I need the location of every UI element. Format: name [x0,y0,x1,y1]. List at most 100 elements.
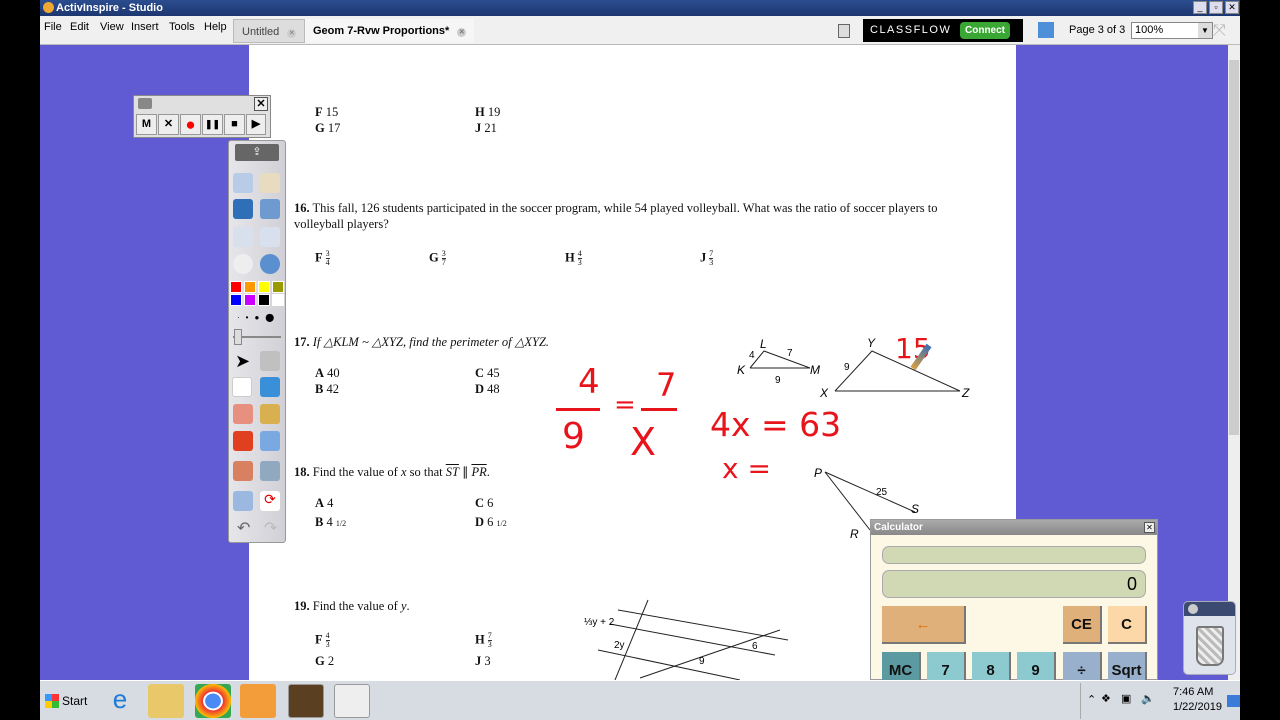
close-tab-icon[interactable]: ✕ [457,28,467,37]
handwriting-icon[interactable] [233,199,253,219]
tab-label: Geom 7-Rvw Proportions* [313,25,450,37]
shape-icon[interactable] [233,431,253,451]
handwritten-equals: = [614,390,636,420]
menu-edit[interactable]: Edit [70,21,89,33]
color-black[interactable] [258,294,270,306]
stop-button[interactable]: ■ [224,114,245,135]
connect-button[interactable]: Connect [960,22,1010,39]
cancel-recording-button[interactable]: ✕ [158,114,179,135]
chrome-icon[interactable] [195,684,231,718]
minimize-button[interactable]: _ [1193,1,1207,14]
slider-thumb[interactable] [234,329,242,345]
tools-icon[interactable] [260,351,280,371]
chevron-down-icon[interactable]: ▼ [1198,23,1212,38]
activinspire-icon[interactable] [288,684,324,718]
close-tab-icon[interactable]: ✕ [287,29,297,38]
q16-option-j: J73 [700,249,714,267]
undo-icon[interactable]: ↶ [237,518,250,538]
tab-label: Untitled [242,26,280,38]
camera-icon [138,98,152,109]
scrollbar-thumb[interactable] [1229,60,1239,435]
record-button[interactable]: ● [180,114,201,135]
q17-triangles-figure: K L M 4 7 9 X Y Z 9 [737,336,970,400]
next-page-icon[interactable] [260,227,280,247]
tab-untitled[interactable]: Untitled ✕ [233,19,306,43]
close-recorder-button[interactable]: ✕ [254,97,268,111]
main-menu-icon[interactable] [233,173,253,193]
menu-view[interactable]: View [100,21,124,33]
select-cursor-icon[interactable]: ➤ [235,351,250,372]
label-r: R [850,527,859,541]
c-button[interactable]: C [1108,606,1147,644]
help-icon[interactable] [260,254,280,274]
show-desktop-button[interactable] [1227,695,1240,707]
reset-page-icon[interactable]: ⟳ [260,491,280,511]
fullscreen-icon[interactable]: ⤧ [1213,22,1226,40]
internet-explorer-icon[interactable]: e [102,684,138,718]
network-icon[interactable]: ▣ [1121,692,1131,705]
ce-button[interactable]: CE [1063,606,1102,644]
mute-button[interactable]: M [136,114,157,135]
pen-width-presets[interactable]: ·•●⬤ [237,313,280,322]
page-status: Page 3 of 3 [1069,24,1126,36]
clock-date[interactable]: 1/22/2019 [1173,701,1222,713]
backspace-button[interactable]: ← [882,606,966,644]
redo-icon[interactable]: ↷ [264,518,277,538]
media-icon[interactable] [260,461,280,481]
show-hidden-icons[interactable]: ⌃ [1087,693,1096,706]
q17-option-d: D 48 [475,382,500,396]
browser-icon[interactable] [1038,22,1054,38]
clear-icon[interactable] [233,491,253,511]
file-explorer-icon[interactable] [148,684,184,718]
label-z: Z [961,386,970,400]
fill-icon[interactable] [260,404,280,424]
close-icon[interactable] [1188,604,1198,614]
connector-icon[interactable] [260,431,280,451]
q19-text: 19. Find the value of y. [294,599,410,613]
handwritten-fraction-bar [556,408,600,411]
color-yellow[interactable] [258,281,270,293]
activinspire-studio-icon[interactable] [334,684,370,718]
handwritten-equation: 4x = 63 [710,405,842,444]
menu-help[interactable]: Help [204,21,227,33]
menu-insert[interactable]: Insert [131,21,159,33]
restore-button[interactable]: ▫ [1209,1,1223,14]
menu-tools[interactable]: Tools [169,21,195,33]
resource-library-icon[interactable] [233,461,253,481]
color-blue[interactable] [230,294,242,306]
share-icon[interactable]: ⇪ [235,144,279,161]
q15-option-h: H 19 [475,105,501,119]
label-x: X [819,386,829,400]
media-player-icon[interactable] [240,684,276,718]
color-olive[interactable] [272,281,284,293]
color-white[interactable] [272,294,284,306]
menu-file[interactable]: File [44,21,62,33]
color-purple[interactable] [244,294,256,306]
clock-time[interactable]: 7:46 AM [1173,686,1213,698]
close-button[interactable]: ✕ [1225,1,1239,14]
play-icon[interactable] [233,254,253,274]
label-9: 9 [699,656,705,667]
profile-icon[interactable] [260,173,280,193]
dropbox-icon[interactable]: ❖ [1101,692,1111,705]
tab-geom-proportions[interactable]: Geom 7-Rvw Proportions* ✕ [305,19,475,43]
label-m: M [810,363,820,377]
play-button[interactable]: ▶ [246,114,266,135]
start-button[interactable]: Start [42,688,90,714]
color-red[interactable] [230,281,242,293]
notes-icon[interactable] [838,24,850,38]
highlighter-icon[interactable] [260,377,280,397]
trash-icon [1196,626,1224,666]
close-calculator-button[interactable]: ✕ [1144,522,1155,533]
trash-bin[interactable] [1183,601,1236,675]
eraser-icon[interactable] [233,404,253,424]
q16-text: 16. This fall, 126 students participated… [294,201,938,231]
pause-button[interactable]: ❚❚ [202,114,223,135]
previous-page-icon[interactable] [233,227,253,247]
color-orange[interactable] [244,281,256,293]
zoom-select[interactable]: 100% ▼ [1131,22,1213,39]
desktop-tools-icon[interactable] [260,199,280,219]
memory-display [882,546,1146,564]
volume-icon[interactable]: 🔈 [1141,692,1155,705]
pen-tool-icon[interactable] [232,377,252,397]
